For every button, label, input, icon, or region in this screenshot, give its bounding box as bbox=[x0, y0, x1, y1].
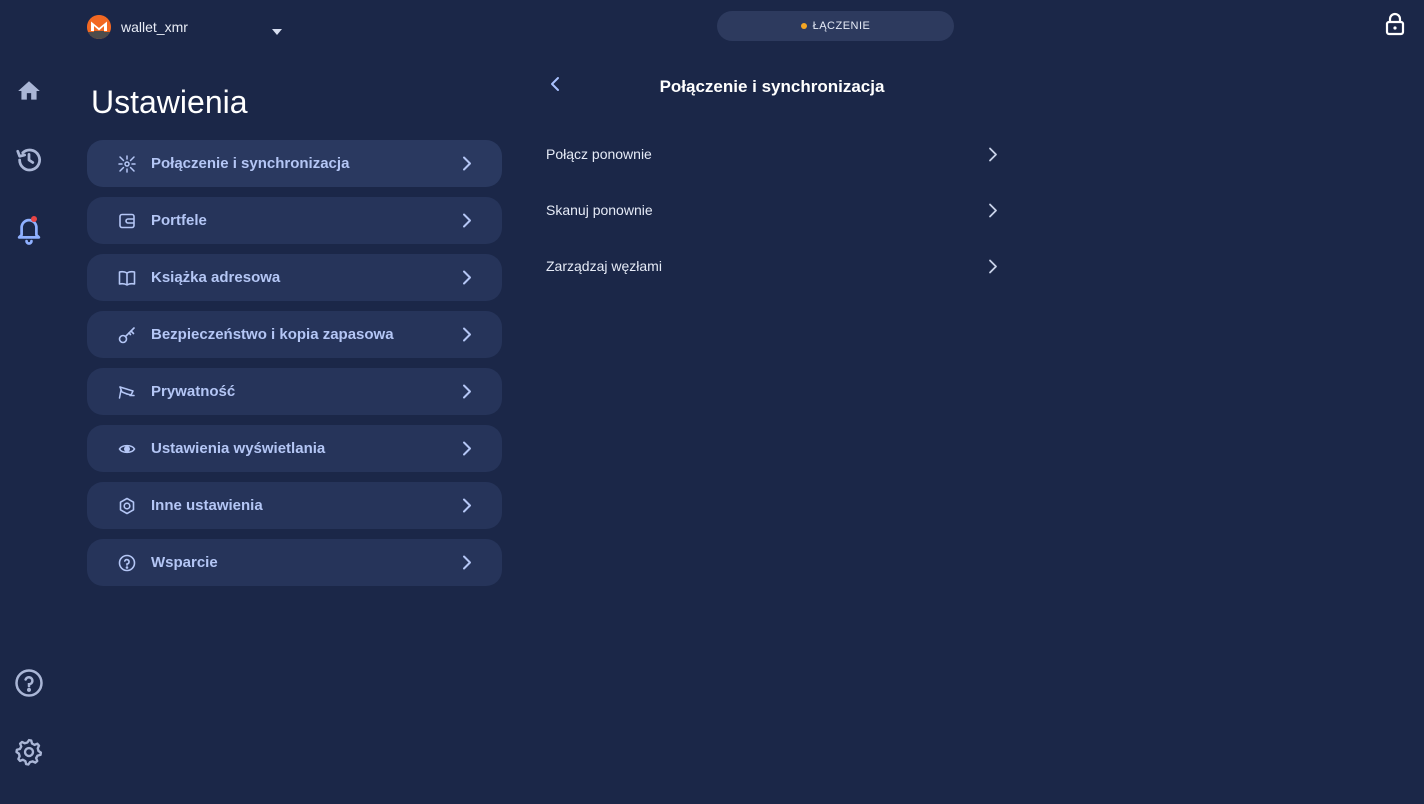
wallet-name: wallet_xmr bbox=[121, 19, 188, 35]
chevron-right-icon bbox=[462, 156, 472, 176]
settings-menu: Połączenie i synchronizacja Portfele Ksi… bbox=[87, 140, 502, 596]
nav-home[interactable] bbox=[13, 75, 45, 107]
settings-item-other[interactable]: Inne ustawienia bbox=[87, 482, 502, 529]
nav-rail bbox=[0, 0, 60, 804]
settings-item-connection[interactable]: Połączenie i synchronizacja bbox=[87, 140, 502, 187]
hexagon-icon bbox=[118, 497, 136, 515]
settings-item-label: Portfele bbox=[151, 212, 207, 229]
status-dot bbox=[800, 23, 807, 29]
monero-logo-icon bbox=[87, 15, 111, 39]
lock-icon bbox=[1385, 12, 1405, 41]
settings-item-address-book[interactable]: Książka adresowa bbox=[87, 254, 502, 301]
option-label: Skanuj ponownie bbox=[546, 202, 653, 218]
option-label: Połącz ponownie bbox=[546, 146, 652, 162]
bell-icon bbox=[14, 214, 44, 246]
option-label: Zarządzaj węzłami bbox=[546, 258, 662, 274]
chevron-right-icon bbox=[988, 203, 998, 223]
nav-help[interactable] bbox=[13, 667, 45, 699]
connection-status: ŁĄCZENIE bbox=[717, 11, 954, 41]
settings-item-label: Inne ustawienia bbox=[151, 497, 263, 514]
settings-item-label: Książka adresowa bbox=[151, 269, 281, 286]
chevron-right-icon bbox=[462, 498, 472, 518]
history-icon bbox=[14, 145, 44, 175]
chevron-right-icon bbox=[462, 327, 472, 347]
settings-item-label: Połączenie i synchronizacja bbox=[151, 155, 350, 172]
manage-nodes-option[interactable]: Zarządzaj węzłami bbox=[546, 238, 1002, 294]
settings-item-wallets[interactable]: Portfele bbox=[87, 197, 502, 244]
chevron-right-icon bbox=[462, 213, 472, 233]
home-icon bbox=[16, 78, 42, 104]
chevron-left-icon bbox=[550, 76, 560, 97]
privacy-icon bbox=[118, 383, 136, 401]
notification-badge bbox=[31, 216, 37, 222]
nav-history[interactable] bbox=[13, 144, 45, 176]
lock-button[interactable] bbox=[1383, 12, 1407, 40]
chevron-right-icon bbox=[988, 147, 998, 167]
nav-settings[interactable] bbox=[13, 736, 45, 768]
rescan-option[interactable]: Skanuj ponownie bbox=[546, 182, 1002, 238]
settings-item-label: Bezpieczeństwo i kopia zapasowa bbox=[151, 326, 394, 343]
settings-item-security[interactable]: Bezpieczeństwo i kopia zapasowa bbox=[87, 311, 502, 358]
wallet-icon bbox=[118, 212, 136, 230]
nav-notifications[interactable] bbox=[13, 214, 45, 246]
detail-title: Połączenie i synchronizacja bbox=[659, 77, 885, 96]
help-icon bbox=[14, 668, 44, 698]
status-text: ŁĄCZENIE bbox=[812, 20, 871, 32]
page-title: Ustawienia bbox=[91, 84, 248, 120]
chevron-right-icon bbox=[462, 555, 472, 575]
reconnect-option[interactable]: Połącz ponownie bbox=[546, 126, 1002, 182]
settings-item-label: Wsparcie bbox=[151, 554, 218, 571]
settings-item-privacy[interactable]: Prywatność bbox=[87, 368, 502, 415]
network-icon bbox=[118, 154, 136, 173]
question-icon bbox=[118, 554, 136, 572]
settings-item-display[interactable]: Ustawienia wyświetlania bbox=[87, 425, 502, 472]
key-icon bbox=[118, 326, 136, 344]
gear-icon bbox=[14, 737, 44, 767]
app-window: wallet_xmr ŁĄCZENIE Ustawienia Połączeni… bbox=[0, 0, 1424, 804]
settings-item-support[interactable]: Wsparcie bbox=[87, 539, 502, 586]
settings-item-label: Prywatność bbox=[151, 383, 236, 400]
chevron-right-icon bbox=[462, 441, 472, 461]
detail-options: Połącz ponownie Skanuj ponownie Zarządza… bbox=[546, 126, 1002, 294]
wallet-switcher[interactable]: wallet_xmr bbox=[87, 13, 287, 41]
chevron-right-icon bbox=[988, 259, 998, 279]
eye-icon bbox=[118, 440, 136, 458]
chevron-right-icon bbox=[462, 384, 472, 404]
chevron-right-icon bbox=[462, 270, 472, 290]
settings-item-label: Ustawienia wyświetlania bbox=[151, 440, 326, 457]
chevron-down-icon bbox=[271, 23, 283, 41]
book-icon bbox=[118, 269, 136, 287]
